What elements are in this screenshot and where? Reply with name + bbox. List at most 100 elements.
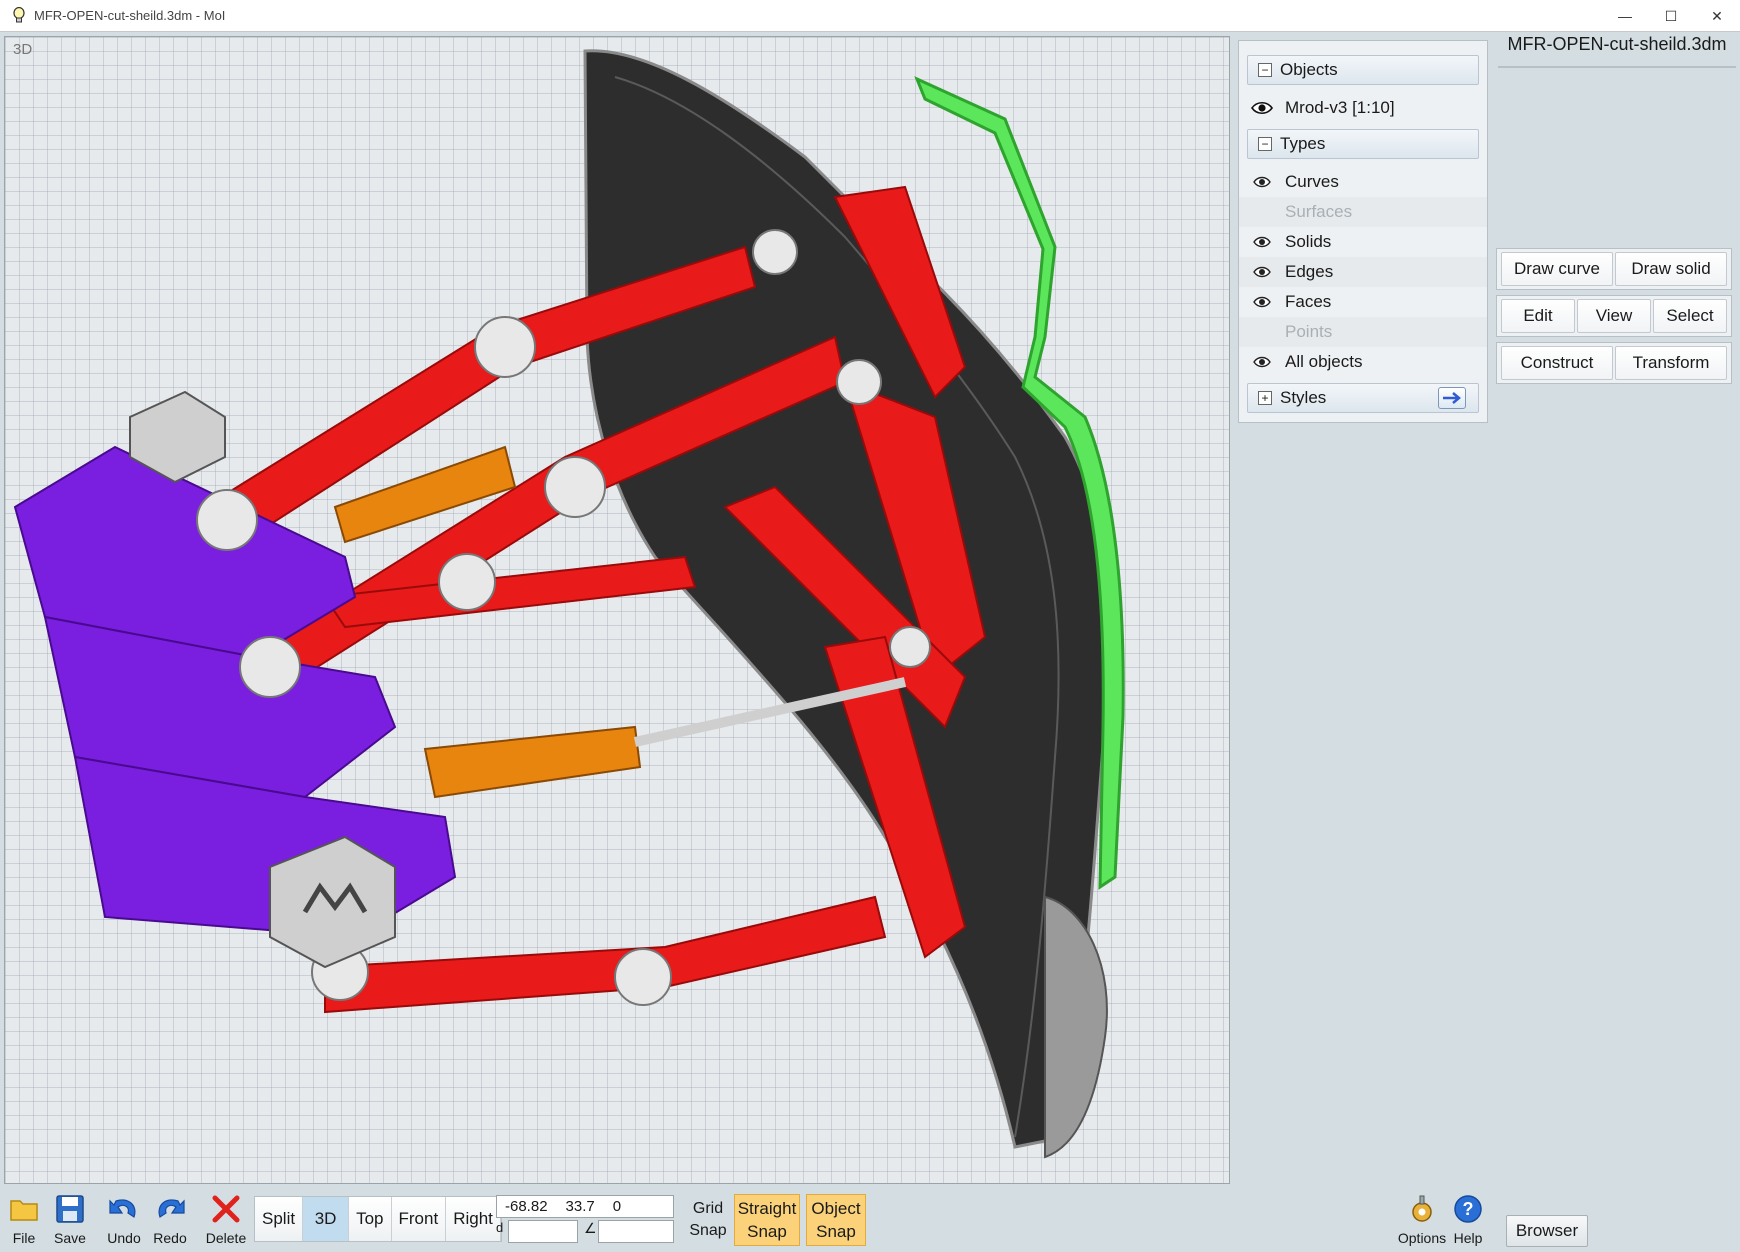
- collapse-icon[interactable]: −: [1258, 63, 1272, 77]
- collapse-icon[interactable]: −: [1258, 137, 1272, 151]
- eye-icon[interactable]: [1251, 101, 1273, 115]
- delete-label: Delete: [205, 1230, 247, 1246]
- help-button[interactable]: ? Help: [1444, 1188, 1492, 1252]
- delete-button[interactable]: Delete: [202, 1188, 250, 1252]
- title-bar: MFR-OPEN-cut-sheild.3dm - MoI — ☐ ✕: [0, 0, 1740, 32]
- type-row-surfaces[interactable]: Surfaces: [1239, 197, 1487, 227]
- window-controls: — ☐ ✕: [1602, 0, 1740, 32]
- construct-button[interactable]: Construct: [1501, 346, 1613, 380]
- eye-icon[interactable]: [1251, 265, 1273, 279]
- type-label-all-objects: All objects: [1285, 352, 1363, 371]
- object-row[interactable]: Mrod-v3 [1:10]: [1239, 93, 1487, 123]
- type-row-all-objects[interactable]: All objects: [1239, 347, 1487, 377]
- redo-label: Redo: [153, 1230, 187, 1246]
- coord-z: 0: [612, 1198, 622, 1215]
- angle-label: ∠: [584, 1220, 597, 1236]
- grid-snap-toggle[interactable]: Grid Snap: [686, 1198, 730, 1242]
- type-label-solids: Solids: [1285, 232, 1332, 251]
- browser-button[interactable]: Browser: [1506, 1215, 1588, 1247]
- edit-button[interactable]: Edit: [1501, 299, 1575, 333]
- close-button[interactable]: ✕: [1694, 0, 1740, 32]
- object-snap-line1: Object: [811, 1199, 861, 1218]
- options-label: Options: [1397, 1230, 1447, 1246]
- type-label-curves: Curves: [1285, 172, 1339, 191]
- select-button[interactable]: Select: [1653, 299, 1727, 333]
- eye-icon[interactable]: [1251, 295, 1273, 309]
- object-snap-line2: Snap: [816, 1222, 856, 1241]
- coord-x: -68.82: [505, 1198, 548, 1215]
- expand-icon[interactable]: +: [1258, 391, 1272, 405]
- styles-header-label: Styles: [1280, 388, 1327, 407]
- save-button[interactable]: Save: [46, 1188, 94, 1252]
- bottom-toolbar: File Save Undo Redo Delete Split 3D Top …: [0, 1188, 1740, 1252]
- type-row-solids[interactable]: Solids: [1239, 227, 1487, 257]
- coord-y: 33.7: [565, 1198, 595, 1215]
- object-name: Mrod-v3 [1:10]: [1285, 98, 1395, 117]
- view-button[interactable]: View: [1577, 299, 1651, 333]
- view-split-button[interactable]: Split: [255, 1197, 304, 1241]
- view-top-button[interactable]: Top: [349, 1197, 392, 1241]
- type-row-curves[interactable]: Curves: [1239, 167, 1487, 197]
- redo-button[interactable]: Redo: [146, 1188, 194, 1252]
- type-row-faces[interactable]: Faces: [1239, 287, 1487, 317]
- view-mode-buttons: Split 3D Top Front Right: [254, 1196, 502, 1242]
- angle-field[interactable]: [598, 1220, 674, 1243]
- redo-icon: [151, 1190, 189, 1228]
- type-label-edges: Edges: [1285, 262, 1334, 281]
- draw-command-group: Draw curve Draw solid: [1496, 248, 1732, 290]
- help-icon: ?: [1449, 1190, 1487, 1228]
- objects-header-label: Objects: [1280, 60, 1338, 79]
- document-filename: MFR-OPEN-cut-sheild.3dm: [1498, 30, 1736, 68]
- delete-x-icon: [207, 1190, 245, 1228]
- scene-browser-panel: − Objects Mrod-v3 [1:10] − Types Curves …: [1238, 40, 1488, 423]
- type-label-faces: Faces: [1285, 292, 1332, 311]
- undo-icon: [105, 1190, 143, 1228]
- coordinate-readout[interactable]: -68.82 33.7 0: [496, 1195, 674, 1218]
- arrow-right-icon[interactable]: [1438, 387, 1466, 409]
- objects-section-header[interactable]: − Objects: [1247, 55, 1479, 85]
- save-label: Save: [54, 1230, 86, 1246]
- type-label-points: Points: [1285, 322, 1333, 341]
- draw-solid-button[interactable]: Draw solid: [1615, 252, 1727, 286]
- types-section-header[interactable]: − Types: [1247, 129, 1479, 159]
- type-row-points[interactable]: Points: [1239, 317, 1487, 347]
- construct-command-group: Construct Transform: [1496, 342, 1732, 384]
- draw-curve-button[interactable]: Draw curve: [1501, 252, 1613, 286]
- grid-snap-line1: Grid: [692, 1200, 724, 1217]
- grid-snap-line2: Snap: [689, 1222, 727, 1239]
- options-button[interactable]: Options: [1394, 1188, 1450, 1252]
- view-3d-button[interactable]: 3D: [303, 1197, 350, 1241]
- viewport-3d[interactable]: 3D: [4, 36, 1230, 1184]
- file-label: File: [12, 1230, 36, 1246]
- types-header-label: Types: [1280, 134, 1326, 153]
- eye-icon[interactable]: [1251, 235, 1273, 249]
- help-label: Help: [1453, 1230, 1483, 1246]
- straight-snap-line2: Snap: [747, 1222, 787, 1241]
- transform-button[interactable]: Transform: [1615, 346, 1727, 380]
- edit-command-group: Edit View Select: [1496, 295, 1732, 337]
- file-button[interactable]: File: [0, 1188, 48, 1252]
- folder-icon: [5, 1190, 43, 1228]
- straight-snap-line1: Straight: [737, 1199, 797, 1218]
- type-row-edges[interactable]: Edges: [1239, 257, 1487, 287]
- save-icon: [51, 1190, 89, 1228]
- maximize-button[interactable]: ☐: [1648, 0, 1694, 32]
- eye-icon[interactable]: [1251, 355, 1273, 369]
- view-front-button[interactable]: Front: [391, 1197, 447, 1241]
- styles-section-header[interactable]: + Styles: [1247, 383, 1479, 413]
- window-title: MFR-OPEN-cut-sheild.3dm - MoI: [34, 8, 226, 23]
- distance-field[interactable]: [508, 1220, 578, 1243]
- type-label-surfaces: Surfaces: [1285, 202, 1353, 221]
- object-snap-toggle[interactable]: Object Snap: [806, 1194, 866, 1246]
- undo-label: Undo: [107, 1230, 141, 1246]
- model-render: [13, 49, 1125, 1159]
- gear-options-icon: [1403, 1190, 1441, 1228]
- distance-label: d: [496, 1220, 504, 1235]
- view-right-button[interactable]: Right: [446, 1197, 501, 1241]
- straight-snap-toggle[interactable]: Straight Snap: [734, 1194, 800, 1246]
- undo-button[interactable]: Undo: [100, 1188, 148, 1252]
- minimize-button[interactable]: —: [1602, 0, 1648, 32]
- coordinate-input: -68.82 33.7 0 d ∠: [496, 1195, 674, 1243]
- eye-icon[interactable]: [1251, 175, 1273, 189]
- app-icon: [8, 5, 30, 27]
